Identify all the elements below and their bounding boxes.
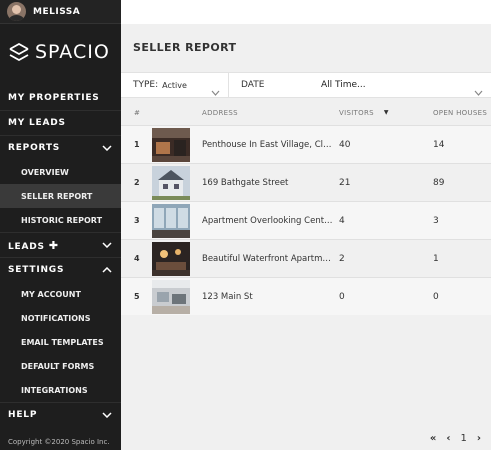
table-header: # ADDRESS VISITORS ▼ OPEN HOUSES [121,100,491,125]
prev-page-button[interactable]: ‹ [446,433,450,444]
type-value[interactable]: Active [162,81,187,90]
property-photo-icon [152,203,190,238]
chevron-down-icon[interactable] [101,239,113,251]
sidebar: MELISSA SPACIO MY PROPERTIES MY LEADS RE… [0,0,121,450]
current-page[interactable]: 1 [461,433,467,444]
header-num: # [134,108,141,117]
nav-settings-label: SETTINGS [8,265,65,275]
row-open-houses: 89 [433,177,445,188]
property-photo-icon [152,279,190,314]
nav-reports-label: REPORTS [8,143,61,153]
table-row[interactable]: 1 Penthouse In East Village, Clo... 40 1… [121,125,491,163]
row-visitors: 21 [339,177,351,188]
filter-bar: TYPE: Active DATE All Time... [121,72,491,98]
nav-seller-report[interactable]: SELLER REPORT [0,184,121,208]
header-open-houses[interactable]: OPEN HOUSES [433,109,491,117]
row-visitors: 0 [339,291,345,302]
spacio-logo-icon [9,43,29,61]
nav-historic-report[interactable]: HISTORIC REPORT [0,208,121,232]
table-row[interactable]: 2 169 Bathgate Street 21 89 [121,163,491,201]
brand-name: SPACIO [35,41,110,63]
date-filter[interactable]: DATE All Time... [229,73,491,97]
row-visitors: 40 [339,139,351,150]
brand-logo[interactable]: SPACIO [0,24,121,80]
page-title: SELLER REPORT [133,41,237,54]
nav-settings[interactable]: SETTINGS [0,257,121,282]
nav-my-leads[interactable]: MY LEADS [0,110,121,135]
property-thumbnail[interactable] [152,127,202,162]
table-row[interactable]: 4 Beautiful Waterfront Apartme... 2 1 [121,239,491,277]
header-visitors-label: VISITORS [339,108,374,117]
row-visitors: 4 [339,215,345,226]
header-address[interactable]: ADDRESS [202,109,339,117]
date-value[interactable]: All Time... [321,80,366,90]
property-thumbnail[interactable] [152,165,202,200]
property-photo-icon [152,165,190,200]
row-num: 5 [134,292,140,301]
row-open-houses: 0 [433,291,439,302]
row-address[interactable]: 123 Main St [202,292,339,302]
nav-help[interactable]: HELP [0,402,121,427]
main-content: SELLER REPORT TYPE: Active DATE All Time… [121,24,491,450]
first-page-button[interactable]: « [430,433,436,444]
nav-leads-label: LEADS [8,241,45,252]
report-table: # ADDRESS VISITORS ▼ OPEN HOUSES 1 Penth… [121,100,491,315]
property-photo-icon [152,241,190,276]
nav-notifications[interactable]: NOTIFICATIONS [0,306,121,330]
copyright: Copyright ©2020 Spacio Inc. [8,438,110,446]
chevron-down-icon[interactable] [101,409,113,421]
row-address[interactable]: Apartment Overlooking Centr... [202,216,339,226]
table-row[interactable]: 3 Apartment Overlooking Centr... 4 3 [121,201,491,239]
row-num: 3 [134,216,140,225]
chevron-down-icon[interactable] [211,81,220,100]
row-open-houses: 1 [433,253,439,264]
nav-help-label: HELP [8,410,38,420]
plus-icon[interactable]: ✚ [49,239,59,252]
nav-reports[interactable]: REPORTS [0,135,121,160]
chevron-down-icon[interactable] [474,81,483,100]
nav-leads[interactable]: LEADS ✚ [0,232,121,257]
type-label: TYPE: [133,80,159,90]
property-thumbnail[interactable] [152,203,202,238]
row-num: 1 [134,140,140,149]
nav-leads-group: LEADS ✚ [8,239,59,252]
property-thumbnail[interactable] [152,241,202,276]
nav-email-templates[interactable]: EMAIL TEMPLATES [0,330,121,354]
table-row[interactable]: 5 123 Main St 0 0 [121,277,491,315]
row-address[interactable]: 169 Bathgate Street [202,178,339,188]
row-address[interactable]: Beautiful Waterfront Apartme... [202,254,339,264]
row-open-houses: 14 [433,139,445,150]
date-label: DATE [241,80,265,90]
user-bar[interactable]: MELISSA [0,0,121,24]
type-filter[interactable]: TYPE: Active [121,73,229,97]
chevron-down-icon[interactable] [101,142,113,154]
next-page-button[interactable]: › [477,433,481,444]
row-address[interactable]: Penthouse In East Village, Clo... [202,140,339,150]
nav-my-properties-label: MY PROPERTIES [8,92,100,103]
header-visitors[interactable]: VISITORS ▼ [339,109,433,117]
user-name[interactable]: MELISSA [33,7,80,17]
avatar[interactable] [7,2,26,21]
nav-overview[interactable]: OVERVIEW [0,160,121,184]
sort-down-icon[interactable]: ▼ [384,109,389,116]
chevron-up-icon[interactable] [101,264,113,276]
nav-my-properties[interactable]: MY PROPERTIES [0,85,121,110]
nav-integrations[interactable]: INTEGRATIONS [0,378,121,402]
property-photo-icon [152,127,190,162]
nav-my-account[interactable]: MY ACCOUNT [0,282,121,306]
nav-my-leads-label: MY LEADS [8,118,66,128]
row-num: 4 [134,254,140,263]
row-visitors: 2 [339,253,345,264]
row-num: 2 [134,178,140,187]
row-open-houses: 3 [433,215,439,226]
property-thumbnail[interactable] [152,279,202,314]
pagination: « ‹ 1 › [430,433,481,444]
top-strip [121,0,491,24]
nav-default-forms[interactable]: DEFAULT FORMS [0,354,121,378]
